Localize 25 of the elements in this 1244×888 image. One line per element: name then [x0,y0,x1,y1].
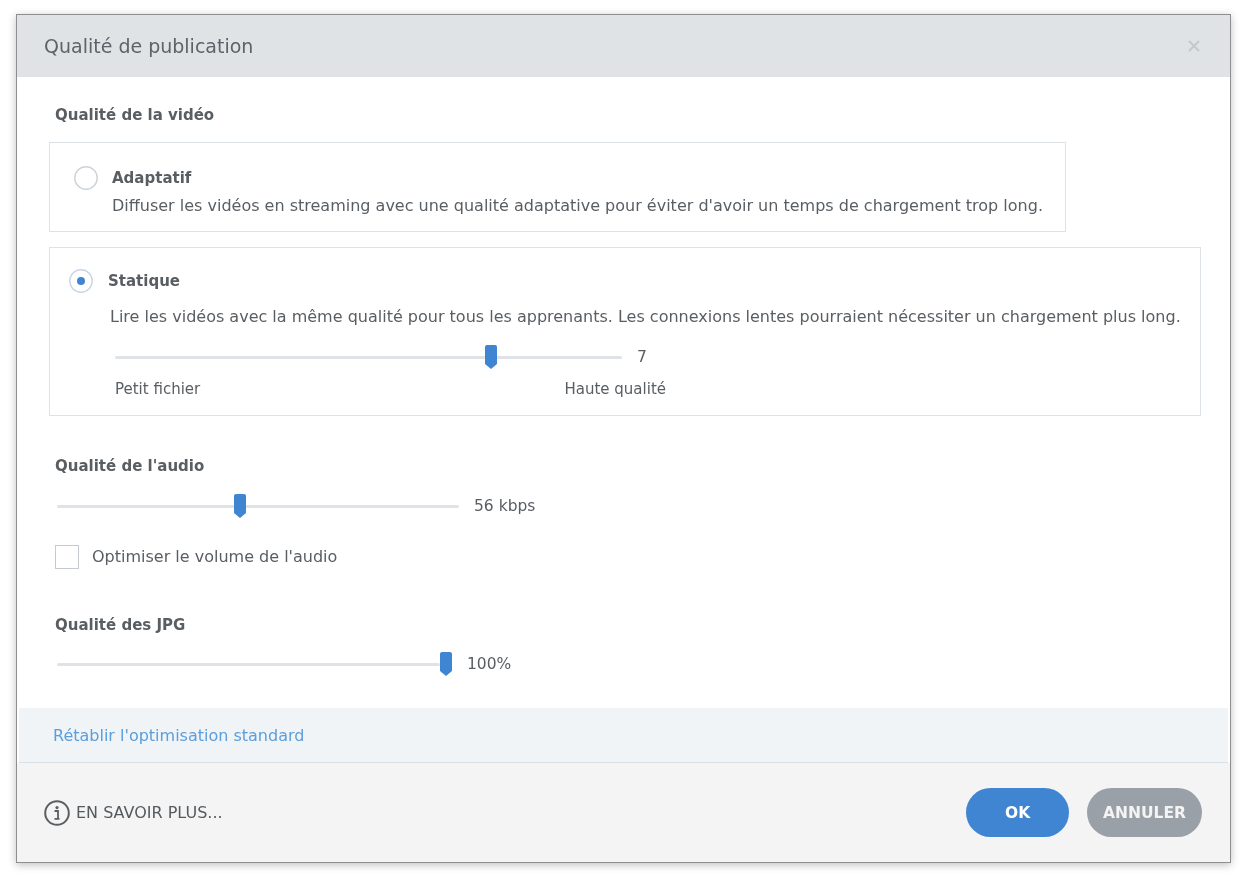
option-description: Diffuser les vidéos en streaming avec une qualité adaptative pour éviter d'avoir un temps de chargement trop long. [112,196,1043,216]
option-card[interactable]: Adaptatif Diffuser les vidéos en streaming avec une qualité adaptative pour éviter d'avoir un temps de chargement trop long. [49,142,1066,232]
dialog-title: Qualité de publication [44,35,254,57]
slider-value: 7 [637,347,647,367]
info-icon[interactable] [44,799,70,826]
option-title: Adaptatif [112,168,192,188]
radio-button[interactable] [74,166,98,190]
learn-more-link[interactable]: EN SAVOIR PLUS... [76,803,223,822]
range-min-label: Petit fichier [115,379,201,399]
slider-handle[interactable] [233,493,246,518]
slider-handle[interactable] [485,344,498,369]
section-heading: Qualité de la vidéo [55,105,215,125]
option-title: Statique [108,271,180,291]
option-description: Lire les vidéos avec la même qualité pour tous les apprenants. Les connexions lentes pourraient nécessiter un chargement plus long. [110,307,1181,327]
radio-button[interactable] [69,269,93,293]
section-heading: Qualité de l'audio [55,456,205,476]
range-max-label: Haute qualité [564,379,666,399]
slider-handle[interactable] [440,651,452,676]
checkbox-label: Optimiser le volume de l'audio [92,547,338,567]
option-card[interactable]: Statique Lire les vidéos avec la même qualité pour tous les apprenants. Les connexions lentes pourraient nécessiter un chargement plus long. 7 Petit fichier Haute qualité [49,247,1201,416]
checkbox[interactable] [55,545,79,569]
section-heading: Qualité des JPG [55,615,186,635]
slider-value: 56 kbps [474,496,536,516]
ok-button[interactable]: OK [966,788,1070,837]
slider-value: 100% [467,654,512,674]
